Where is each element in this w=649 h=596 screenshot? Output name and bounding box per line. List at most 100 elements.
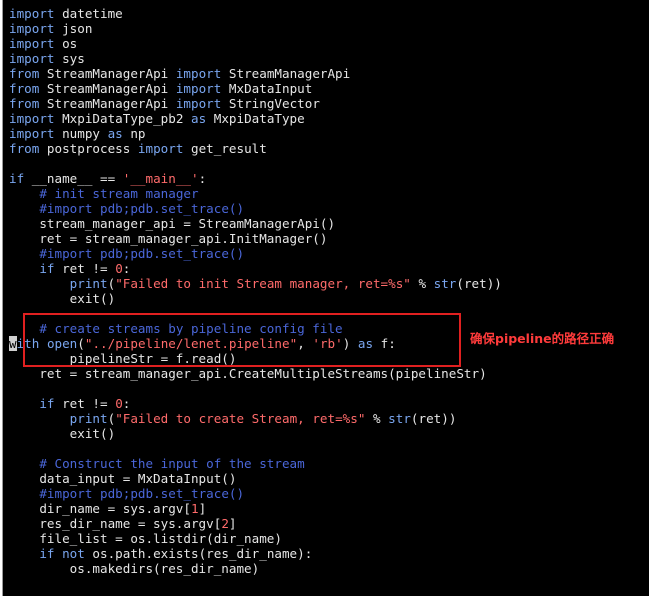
keyword-token: import [9, 126, 55, 141]
keyword-token: if [39, 396, 55, 411]
code-line[interactable]: import datetime [9, 6, 502, 21]
keyword-token: as [190, 111, 207, 126]
highlight-box [23, 313, 461, 367]
comment-token: #import pdb;pdb.set_trace() [39, 486, 245, 501]
code-line[interactable]: from StreamManagerApi import StreamManag… [9, 66, 502, 81]
code-token: ] [198, 501, 207, 516]
code-line[interactable]: if not os.path.exists(res_dir_name): [9, 546, 502, 561]
code-line[interactable] [9, 156, 502, 171]
code-line[interactable]: if __name__ == '__main__': [9, 171, 502, 186]
code-line[interactable]: ret = stream_manager_api.InitManager() [9, 231, 502, 246]
text-cursor: w [9, 336, 17, 351]
code-line[interactable]: import MxpiDataType_pb2 as MxpiDataType [9, 111, 502, 126]
keyword-token: import [175, 81, 222, 96]
code-token: __name__ == [24, 171, 123, 186]
code-line[interactable]: from StreamManagerApi import StringVecto… [9, 96, 502, 111]
code-line[interactable]: import numpy as np [9, 126, 502, 141]
string-token: "Failed to init Stream manager, ret=%s" [115, 276, 411, 291]
code-token: stream_manager_api = StreamManagerApi() [9, 216, 336, 231]
keyword-token: import [9, 51, 55, 66]
keyword-token: if not [39, 546, 85, 561]
code-editor[interactable]: import datetime import json import os impor… [9, 6, 502, 576]
number-token: 0 [115, 396, 123, 411]
code-token: get_result [183, 141, 267, 156]
code-token: : [122, 261, 131, 276]
keyword-token: import [175, 66, 222, 81]
code-token: StreamManagerApi [39, 66, 176, 81]
keyword-token: from [9, 141, 40, 156]
comment-token: #import pdb;pdb.set_trace() [39, 246, 245, 261]
code-token: % [410, 276, 434, 291]
code-line[interactable]: import sys [9, 51, 502, 66]
code-line[interactable]: exit() [9, 291, 502, 306]
code-line[interactable]: if ret != 0: [9, 261, 502, 276]
keyword-token: import [9, 6, 55, 21]
code-token: postprocess [39, 141, 138, 156]
code-token: os.path.exists(res_dir_name): [84, 546, 313, 561]
builtin-token: print [69, 276, 108, 291]
comment-token: #import pdb;pdb.set_trace() [39, 201, 245, 216]
keyword-token: import [175, 96, 222, 111]
keyword-token: import [9, 36, 55, 51]
code-line[interactable]: ret = stream_manager_api.CreateMultipleS… [9, 366, 502, 381]
code-line[interactable]: print("Failed to create Stream, ret=%s" … [9, 411, 502, 426]
code-line[interactable]: #import pdb;pdb.set_trace() [9, 246, 502, 261]
comment-token: # Construct the input of the stream [39, 456, 305, 471]
code-line[interactable] [9, 441, 502, 456]
code-token: os [54, 36, 78, 51]
number-token: 1 [190, 501, 199, 516]
code-token: : [122, 396, 131, 411]
code-line[interactable]: from StreamManagerApi import MxDataInput [9, 81, 502, 96]
code-token: MxDataInput [221, 81, 313, 96]
code-token: MxpiDataType_pb2 [54, 111, 191, 126]
code-token: np [122, 126, 146, 141]
code-line[interactable]: import json [9, 21, 502, 36]
code-line[interactable] [9, 381, 502, 396]
code-line[interactable]: #import pdb;pdb.set_trace() [9, 201, 502, 216]
code-token: StreamManagerApi [39, 96, 176, 111]
code-line[interactable]: if ret != 0: [9, 396, 502, 411]
code-token: exit() [9, 291, 116, 306]
code-token: ret = stream_manager_api.CreateMultipleS… [9, 366, 487, 381]
keyword-token: import [9, 111, 55, 126]
keyword-token: as [107, 126, 123, 141]
code-line[interactable]: from postprocess import get_result [9, 141, 502, 156]
code-line[interactable]: file_list = os.listdir(dir_name) [9, 531, 502, 546]
builtin-token: str [433, 276, 457, 291]
keyword-token: from [9, 66, 40, 81]
terminal-window[interactable]: import datetime import json import os impor… [2, 0, 649, 596]
code-token: os.makedirs(res_dir_name) [9, 561, 260, 576]
code-line[interactable]: print("Failed to init Stream manager, re… [9, 276, 502, 291]
code-line[interactable]: stream_manager_api = StreamManagerApi() [9, 216, 502, 231]
code-token: StringVector [221, 96, 320, 111]
code-line[interactable]: dir_name = sys.argv[1] [9, 501, 502, 516]
keyword-token: from [9, 96, 40, 111]
code-line[interactable]: data_input = MxDataInput() [9, 471, 502, 486]
code-token: json [54, 21, 93, 36]
code-token: ret != [54, 261, 116, 276]
code-token: res_dir_name = sys.argv[ [9, 516, 222, 531]
code-token: StreamManagerApi [221, 66, 351, 81]
code-token: dir_name = sys.argv[ [9, 501, 191, 516]
code-token: exit() [9, 426, 116, 441]
code-line[interactable]: os.makedirs(res_dir_name) [9, 561, 502, 576]
keyword-token: if [9, 171, 25, 186]
code-line[interactable]: exit() [9, 426, 502, 441]
comment-token: # init stream manager [39, 186, 199, 201]
code-token: datetime [54, 6, 123, 21]
code-line[interactable]: res_dir_name = sys.argv[2] [9, 516, 502, 531]
code-line[interactable]: import os [9, 36, 502, 51]
code-line[interactable]: # Construct the input of the stream [9, 456, 502, 471]
code-line[interactable]: #import pdb;pdb.set_trace() [9, 486, 502, 501]
code-token: : [198, 171, 207, 186]
code-token: data_input = MxDataInput() [9, 471, 237, 486]
number-token: 0 [115, 261, 123, 276]
code-line[interactable]: # init stream manager [9, 186, 502, 201]
